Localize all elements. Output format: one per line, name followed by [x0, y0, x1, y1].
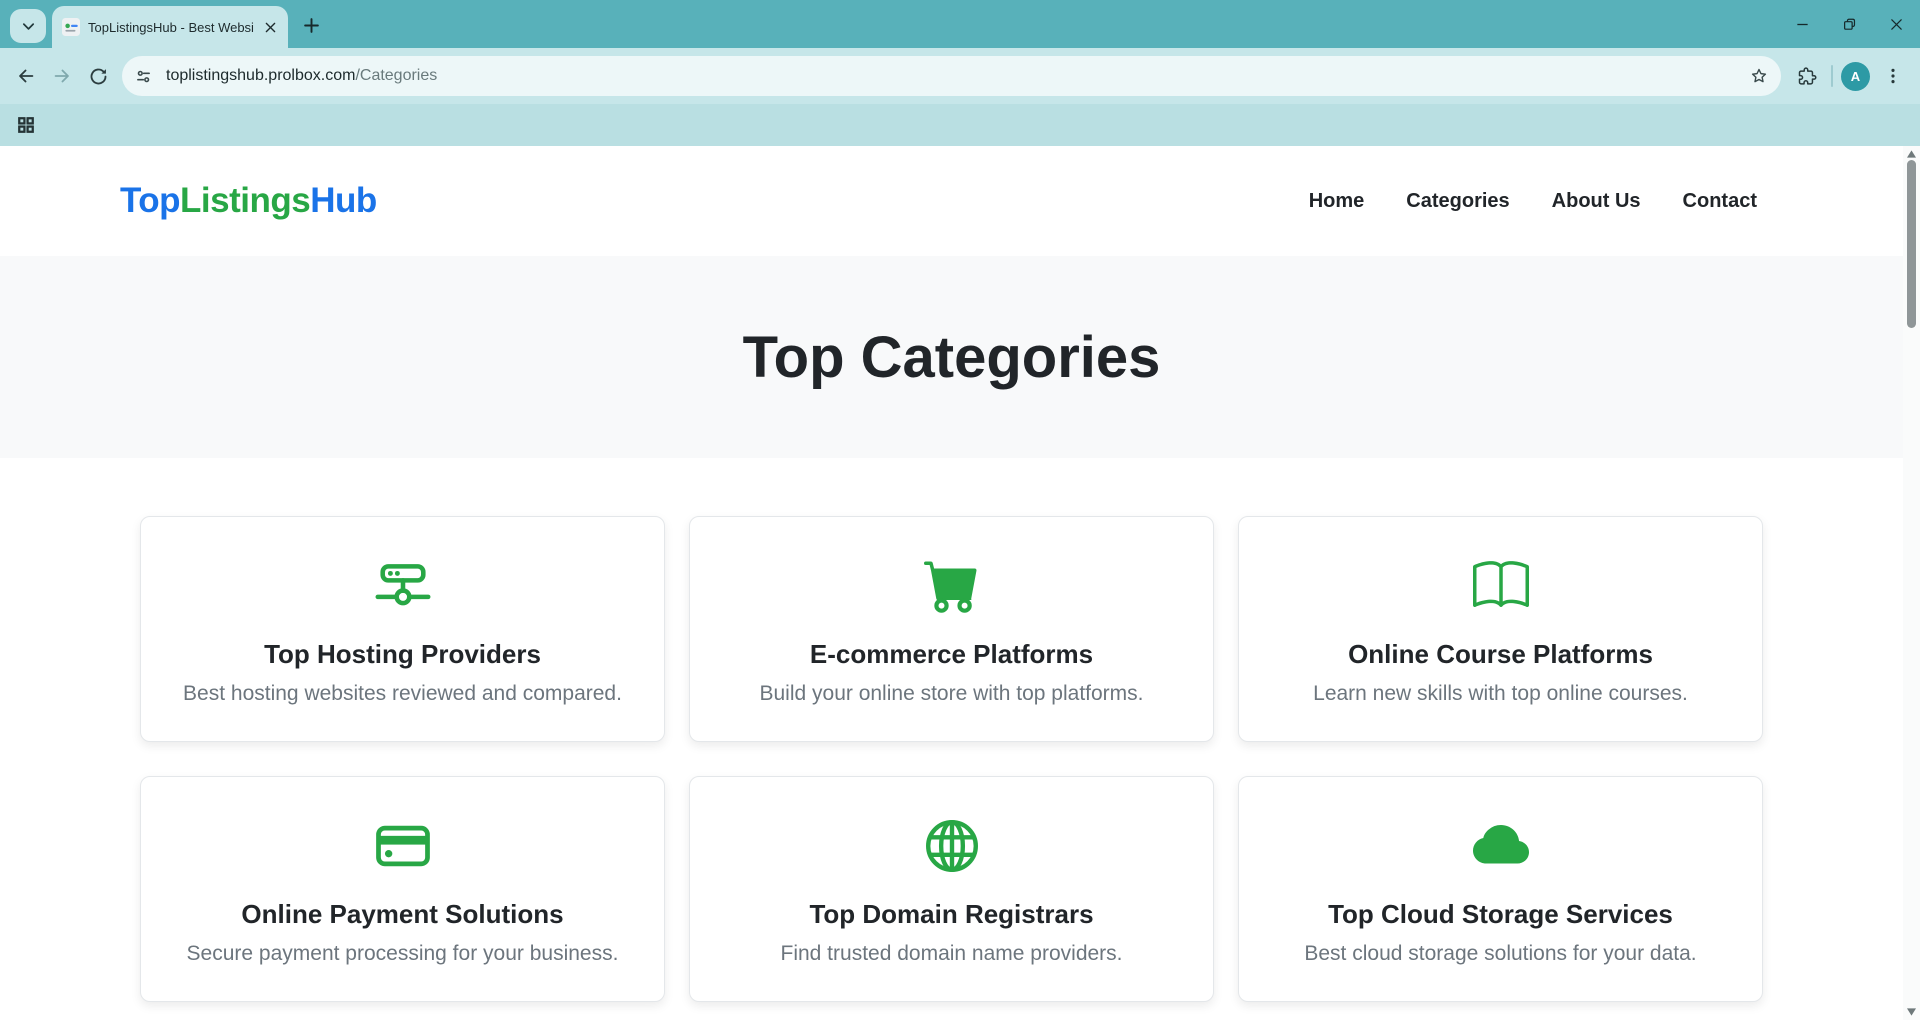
logo-part-top: Top — [120, 181, 180, 220]
url-host: toplistingshub.prolbox.com — [166, 67, 355, 84]
extensions-button[interactable] — [1789, 59, 1823, 93]
category-card-courses[interactable]: Online Course Platforms Learn new skills… — [1238, 516, 1763, 742]
cart-icon — [924, 557, 980, 615]
profile-avatar[interactable]: A — [1841, 62, 1870, 91]
category-card-domains[interactable]: Top Domain Registrars Find trusted domai… — [689, 776, 1214, 1002]
bookmarks-bar — [0, 104, 1920, 146]
close-icon — [1889, 17, 1904, 32]
tab-title: TopListingsHub - Best Websites — [88, 20, 254, 35]
window-close-button[interactable] — [1873, 0, 1920, 48]
scrollbar-down-arrow-icon[interactable] — [1903, 1004, 1920, 1020]
reload-icon — [88, 66, 109, 87]
category-card-cloud[interactable]: Top Cloud Storage Services Best cloud st… — [1238, 776, 1763, 1002]
browser-tab[interactable]: TopListingsHub - Best Websites — [52, 6, 288, 48]
category-description: Learn new skills with top online courses… — [1313, 682, 1688, 706]
back-button[interactable] — [8, 58, 44, 94]
apps-grid-icon[interactable] — [12, 111, 40, 139]
forward-button[interactable] — [44, 58, 80, 94]
category-title: Top Cloud Storage Services — [1328, 899, 1673, 930]
plus-icon — [303, 17, 320, 34]
category-card-hosting[interactable]: Top Hosting Providers Best hosting websi… — [140, 516, 665, 742]
three-dots-icon — [1884, 67, 1902, 85]
globe-icon — [924, 817, 980, 875]
nav-categories[interactable]: Categories — [1406, 190, 1509, 213]
credit-card-icon — [375, 817, 431, 875]
site-header: TopListingsHub Home Categories About Us … — [0, 146, 1903, 256]
category-title: Top Domain Registrars — [809, 899, 1093, 930]
category-title: E-commerce Platforms — [810, 639, 1093, 670]
logo-part-listings: Listings — [180, 181, 310, 220]
toolbar-separator — [1831, 65, 1833, 87]
category-description: Build your online store with top platfor… — [759, 682, 1143, 706]
browser-window: TopListingsHub - Best Websites — [0, 0, 1920, 146]
category-title: Online Course Platforms — [1348, 639, 1653, 670]
reload-button[interactable] — [80, 58, 116, 94]
window-controls — [1779, 0, 1920, 48]
puzzle-icon — [1796, 66, 1817, 87]
address-bar[interactable]: toplistingshub.prolbox.com/Categories — [122, 56, 1781, 96]
hero-banner: Top Categories — [0, 256, 1903, 458]
category-title: Online Payment Solutions — [241, 899, 563, 930]
chevron-down-icon — [21, 19, 36, 34]
scrollbar-thumb[interactable] — [1907, 160, 1916, 328]
page-content: TopListingsHub Home Categories About Us … — [0, 146, 1903, 1020]
page-viewport: TopListingsHub Home Categories About Us … — [0, 146, 1920, 1020]
tab-close-icon[interactable] — [260, 17, 280, 37]
category-card-ecommerce[interactable]: E-commerce Platforms Build your online s… — [689, 516, 1214, 742]
category-description: Best cloud storage solutions for your da… — [1304, 942, 1696, 966]
page-title: Top Categories — [743, 324, 1161, 391]
browser-titlebar: TopListingsHub - Best Websites — [0, 0, 1920, 48]
category-description: Secure payment processing for your busin… — [187, 942, 619, 966]
tab-favicon-icon — [62, 18, 80, 36]
new-tab-button[interactable] — [296, 10, 326, 40]
bookmark-star-icon[interactable] — [1749, 66, 1769, 86]
url-text[interactable]: toplistingshub.prolbox.com/Categories — [166, 67, 1749, 85]
window-minimize-button[interactable] — [1779, 0, 1826, 48]
window-restore-button[interactable] — [1826, 0, 1873, 48]
category-description: Find trusted domain name providers. — [781, 942, 1123, 966]
site-settings-icon[interactable] — [128, 61, 158, 91]
browser-toolbar: toplistingshub.prolbox.com/Categories A — [0, 48, 1920, 104]
restore-icon — [1842, 17, 1857, 32]
url-path: /Categories — [355, 67, 437, 84]
category-title: Top Hosting Providers — [264, 639, 541, 670]
category-card-payments[interactable]: Online Payment Solutions Secure payment … — [140, 776, 665, 1002]
browser-menu-button[interactable] — [1876, 59, 1910, 93]
main-navigation: Home Categories About Us Contact — [1309, 190, 1757, 213]
nav-contact[interactable]: Contact — [1683, 190, 1757, 213]
category-grid: Top Hosting Providers Best hosting websi… — [0, 458, 1903, 1002]
site-logo[interactable]: TopListingsHub — [120, 181, 377, 221]
logo-part-hub: Hub — [310, 181, 377, 220]
book-icon — [1473, 557, 1529, 615]
avatar-letter: A — [1851, 69, 1860, 84]
forward-arrow-icon — [51, 65, 73, 87]
back-arrow-icon — [15, 65, 37, 87]
page-scrollbar[interactable] — [1903, 146, 1920, 1020]
nav-home[interactable]: Home — [1309, 190, 1365, 213]
hdd-network-icon — [375, 557, 431, 615]
category-description: Best hosting websites reviewed and compa… — [183, 682, 622, 706]
cloud-icon — [1473, 817, 1529, 875]
minimize-icon — [1795, 17, 1810, 32]
nav-about-us[interactable]: About Us — [1552, 190, 1641, 213]
tab-search-button[interactable] — [10, 9, 46, 43]
